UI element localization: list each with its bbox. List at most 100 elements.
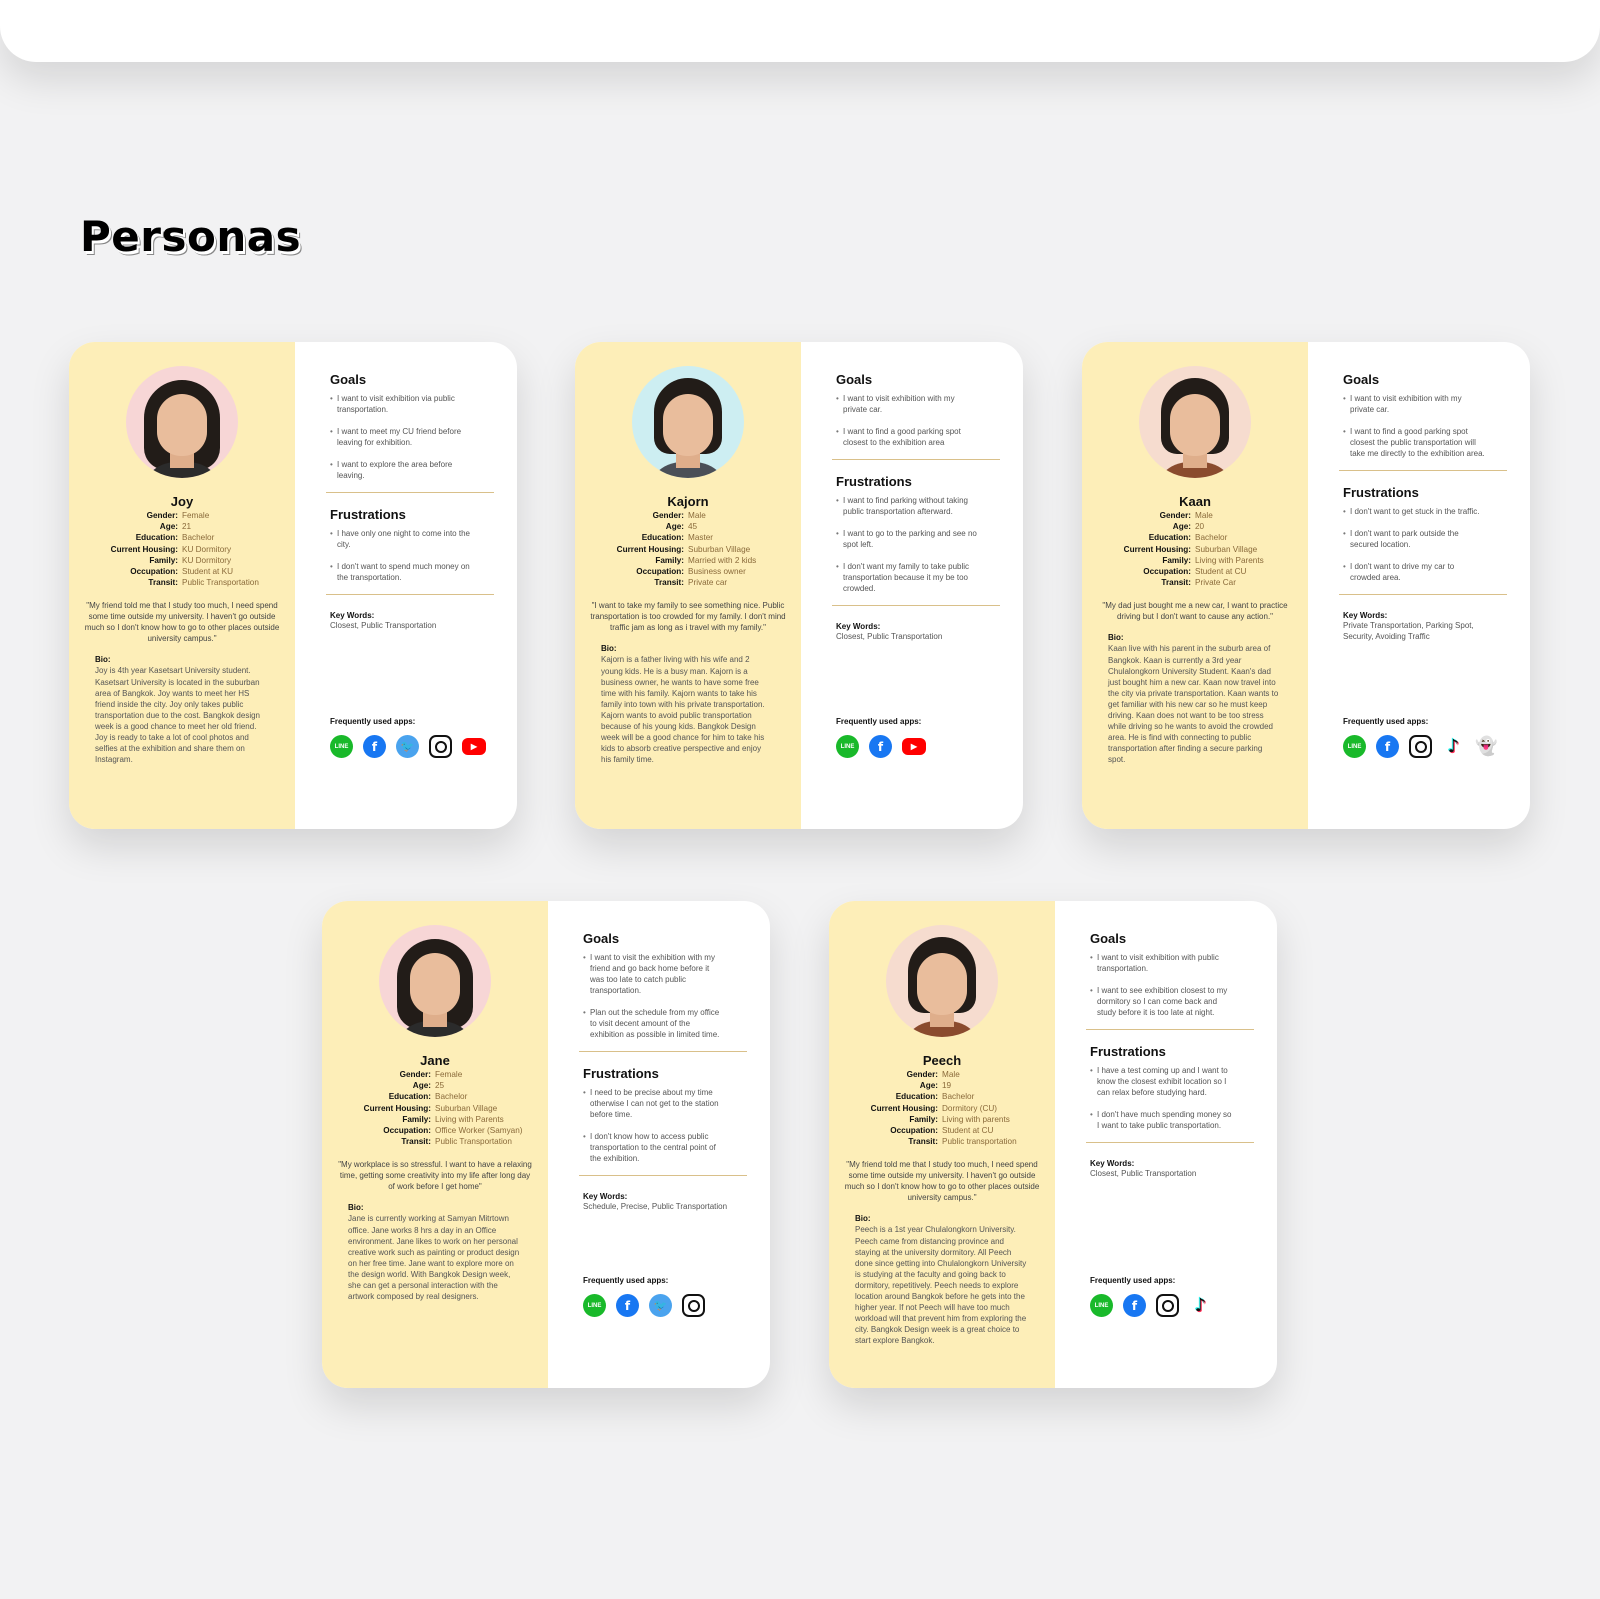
goals-heading: Goals xyxy=(1343,372,1380,387)
frustrations-list: I don't want to get stuck in the traffic… xyxy=(1343,506,1510,583)
apps-row: LINE f 🐦 xyxy=(583,1294,705,1317)
attr-label: Occupation: xyxy=(636,567,684,577)
facebook-icon: f xyxy=(1123,1294,1146,1317)
persona-name: Joy xyxy=(170,494,194,509)
persona-attr-housing: Current Housing: Suburban Village xyxy=(588,544,788,555)
bio-heading: Bio: xyxy=(95,655,111,665)
attr-value: Bachelor xyxy=(435,1092,468,1102)
persona-attr-occupation: Occupation: Office Worker (Samyan) xyxy=(335,1125,535,1136)
attr-value: KU Dormitory xyxy=(182,544,232,554)
persona-attr-housing: Current Housing: KU Dormitory xyxy=(82,544,282,555)
goals-heading: Goals xyxy=(583,931,620,946)
persona-attr-family: Family: KU Dormitory xyxy=(82,555,282,566)
goal-item: I want to visit exhibition via public tr… xyxy=(330,393,472,415)
bio-heading: Bio: xyxy=(348,1203,364,1213)
attr-label: Transit: xyxy=(1161,578,1191,588)
persona-attr-housing: Current Housing: Suburban Village xyxy=(335,1103,535,1114)
persona-attributes: Gender: Female Age: 25 Education: Bachel… xyxy=(335,1069,535,1147)
twitter-icon: 🐦 xyxy=(396,735,419,758)
page-title: Personas xyxy=(80,212,302,261)
attr-label: Age: xyxy=(665,522,684,532)
attr-label: Current Housing: xyxy=(110,544,178,554)
attr-label: Transit: xyxy=(401,1137,431,1147)
persona-attr-housing: Current Housing: Dormitory (CU) xyxy=(842,1103,1042,1114)
persona-profile-panel: Peech Gender: Male Age: 19 Education: Ba… xyxy=(829,901,1055,1388)
frustration-item: I don't have much spending money so I wa… xyxy=(1090,1109,1232,1131)
persona-attr-gender: Gender: Male xyxy=(1095,510,1295,521)
apps-heading: Frequently used apps: xyxy=(1090,1276,1176,1285)
persona-attributes: Gender: Female Age: 21 Education: Bachel… xyxy=(82,510,282,588)
attr-value: Female xyxy=(182,511,210,520)
persona-attr-family: Family: Living with parents xyxy=(842,1114,1042,1125)
attr-value: Suburban Village xyxy=(688,544,751,554)
persona-quote: "My dad just bought me a new car, I want… xyxy=(1102,601,1288,622)
persona-name: Jane xyxy=(420,1053,450,1068)
line-icon: LINE xyxy=(1090,1294,1113,1317)
persona-attr-transit: Transit: Private Car xyxy=(1095,577,1295,588)
attr-label: Family: xyxy=(655,555,684,565)
attr-value: Female xyxy=(435,1070,463,1079)
goal-item: I want to visit the exhibition with my f… xyxy=(583,952,725,996)
attr-label: Age: xyxy=(412,1081,431,1091)
avatar xyxy=(126,366,238,478)
frustration-item: I have a test coming up and I want to kn… xyxy=(1090,1065,1232,1098)
attr-label: Education: xyxy=(895,1092,938,1102)
persona-quote: "I want to take my family to see somethi… xyxy=(590,601,786,633)
goal-item: I want to see exhibition closest to my d… xyxy=(1090,985,1232,1018)
goals-heading: Goals xyxy=(1090,931,1127,946)
snapchat-icon: 👻 xyxy=(1475,735,1498,758)
attr-value: Bachelor xyxy=(942,1092,975,1102)
apps-heading: Frequently used apps: xyxy=(1343,717,1429,726)
persona-attr-gender: Gender: Male xyxy=(588,510,788,521)
divider xyxy=(326,594,494,595)
persona-profile-panel: Kajorn Gender: Male Age: 45 Education: M… xyxy=(575,342,801,829)
persona-profile-panel: Joy Gender: Female Age: 21 Education: Ba… xyxy=(69,342,295,829)
persona-attr-transit: Transit: Public Transportation xyxy=(82,577,282,588)
frustrations-heading: Frustrations xyxy=(1343,485,1419,500)
keywords-heading: Key Words: xyxy=(836,622,881,631)
attr-value: Living with parents xyxy=(942,1114,1010,1124)
attr-label: Family: xyxy=(149,555,178,565)
attr-label: Family: xyxy=(909,1114,938,1124)
frustration-item: I don't want to drive my car to crowded … xyxy=(1343,561,1485,583)
frustration-item: I want to find parking without taking pu… xyxy=(836,495,978,517)
tiktok-icon: ♪ xyxy=(1189,1294,1212,1317)
frustrations-heading: Frustrations xyxy=(330,507,406,522)
facebook-icon: f xyxy=(363,735,386,758)
goal-item: I want to meet my CU friend before leavi… xyxy=(330,426,472,448)
persona-attr-family: Family: Living with Parents xyxy=(1095,555,1295,566)
persona-bio: Peech is a 1st year Chulalongkorn Univer… xyxy=(855,1225,1027,1346)
attr-value: Business owner xyxy=(688,567,746,577)
goals-list: I want to visit exhibition via public tr… xyxy=(330,393,497,481)
frustrations-list: I need to be precise about my time other… xyxy=(583,1087,750,1164)
attr-label: Education: xyxy=(135,533,178,543)
keywords-value: Schedule, Precise, Public Transportation xyxy=(583,1202,728,1211)
attr-value: Bachelor xyxy=(182,533,215,543)
persona-bio: Kaan live with his parent in the suburb … xyxy=(1108,644,1279,765)
attr-label: Transit: xyxy=(654,578,684,588)
attr-value: 21 xyxy=(182,522,192,532)
persona-attr-family: Family: Living with Parents xyxy=(335,1114,535,1125)
attr-value: Public Transportation xyxy=(435,1137,512,1147)
attr-value: Student at CU xyxy=(1195,567,1247,577)
frustration-item: I don't want my family to take public tr… xyxy=(836,561,978,594)
attr-value: Suburban Village xyxy=(435,1103,498,1113)
frustrations-heading: Frustrations xyxy=(1090,1044,1166,1059)
top-header-bar xyxy=(0,0,1600,62)
attr-value: 20 xyxy=(1195,522,1205,532)
goal-item: I want to visit exhibition with my priva… xyxy=(1343,393,1485,415)
attr-label: Education: xyxy=(1148,533,1191,543)
persona-attributes: Gender: Male Age: 45 Education: Master C… xyxy=(588,510,788,588)
persona-attr-education: Education: Bachelor xyxy=(842,1091,1042,1102)
frustration-item: I don't want to get stuck in the traffic… xyxy=(1343,506,1485,517)
divider xyxy=(579,1051,747,1052)
attr-value: 19 xyxy=(942,1081,952,1091)
persona-attr-age: Age: 19 xyxy=(842,1080,1042,1091)
apps-heading: Frequently used apps: xyxy=(836,717,922,726)
persona-attr-occupation: Occupation: Student at CU xyxy=(1095,566,1295,577)
keywords-heading: Key Words: xyxy=(1090,1159,1135,1168)
keywords-heading: Key Words: xyxy=(1343,611,1388,620)
persona-attr-occupation: Occupation: Business owner xyxy=(588,566,788,577)
attr-value: Married with 2 kids xyxy=(688,555,757,565)
divider xyxy=(832,459,1000,460)
